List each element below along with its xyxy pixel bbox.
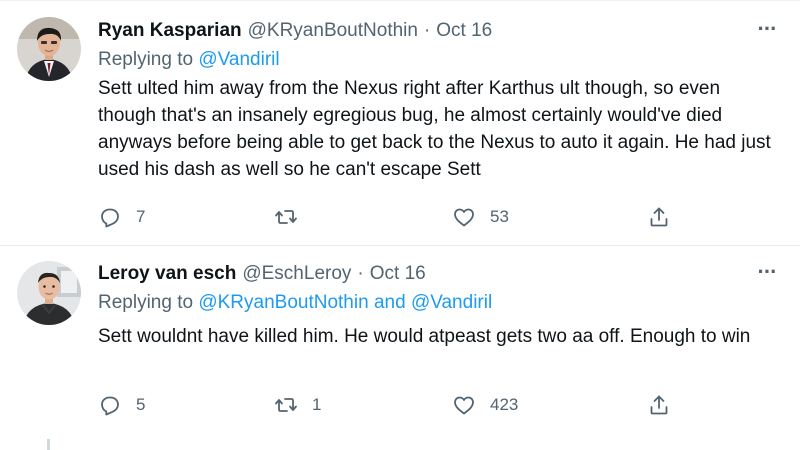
user-handle[interactable]: @KRyanBoutNothin <box>248 20 418 42</box>
mention-link[interactable]: @Vandiril <box>411 292 492 314</box>
like-count: 53 <box>490 207 509 226</box>
heart-icon <box>454 396 474 415</box>
tweet-header: Ryan Kasparian @KRyanBoutNothin · Oct 16 <box>98 18 492 44</box>
share-icon <box>650 207 668 227</box>
tweet-date[interactable]: Oct 16 <box>370 263 426 285</box>
avatar[interactable] <box>17 17 81 81</box>
share-icon <box>650 395 668 415</box>
reply-count: 5 <box>136 395 146 414</box>
reply-count: 7 <box>136 207 146 226</box>
like-button[interactable]: 423 <box>452 390 518 420</box>
thread-connector-line <box>47 439 50 450</box>
display-name[interactable]: Ryan Kasparian <box>98 20 242 42</box>
replying-to-line: Replying to @Vandiril <box>98 47 280 73</box>
display-name[interactable]: Leroy van esch <box>98 263 236 285</box>
more-horizontal-icon[interactable]: ··· <box>754 259 780 284</box>
tweet-actions: 7 53 <box>98 202 698 232</box>
separator-dot: · <box>357 263 364 284</box>
share-button[interactable] <box>647 390 671 420</box>
avatar-photo <box>17 261 81 325</box>
like-button[interactable]: 53 <box>452 202 509 232</box>
tweet-feed: Ryan Kasparian @KRyanBoutNothin · Oct 16… <box>0 0 800 450</box>
separator-dot: · <box>423 20 431 41</box>
replying-to-label: Replying to <box>98 292 194 313</box>
retweet-button[interactable]: 1 <box>274 390 321 420</box>
share-button[interactable] <box>647 202 671 232</box>
more-horizontal-icon[interactable]: ··· <box>754 16 780 41</box>
replying-to-label: Replying to <box>98 49 194 70</box>
avatar-photo <box>17 17 81 81</box>
tweet-header: Leroy van esch @EschLeroy · Oct 16 <box>98 261 426 287</box>
tweet-date[interactable]: Oct 16 <box>436 20 492 42</box>
retweet-icon <box>275 398 297 412</box>
tweet[interactable]: Ryan Kasparian @KRyanBoutNothin · Oct 16… <box>0 0 800 245</box>
reply-button[interactable]: 5 <box>98 390 145 420</box>
user-handle[interactable]: @EschLeroy <box>242 263 351 285</box>
tweet-text: Sett ulted him away from the Nexus right… <box>98 78 771 180</box>
reply-button[interactable]: 7 <box>98 202 145 232</box>
tweet-text: Sett wouldnt have killed him. He would a… <box>98 326 751 347</box>
tweet-actions: 5 1 423 <box>98 390 698 420</box>
like-count: 423 <box>490 395 519 414</box>
replying-to-line: Replying to @KRyanBoutNothin and @Vandir… <box>98 290 492 316</box>
retweet-count: 1 <box>312 395 322 414</box>
mention-link[interactable]: @KRyanBoutNothin <box>198 292 368 314</box>
reply-icon <box>101 396 119 416</box>
mention-conjunction[interactable]: and <box>374 292 406 314</box>
tweet[interactable]: Leroy van esch @EschLeroy · Oct 16 ··· R… <box>0 246 800 450</box>
heart-icon <box>454 208 474 227</box>
avatar[interactable] <box>17 261 81 325</box>
retweet-button[interactable] <box>274 202 312 232</box>
reply-icon <box>101 208 119 228</box>
retweet-icon <box>275 210 297 224</box>
mention-link[interactable]: @Vandiril <box>198 49 279 71</box>
